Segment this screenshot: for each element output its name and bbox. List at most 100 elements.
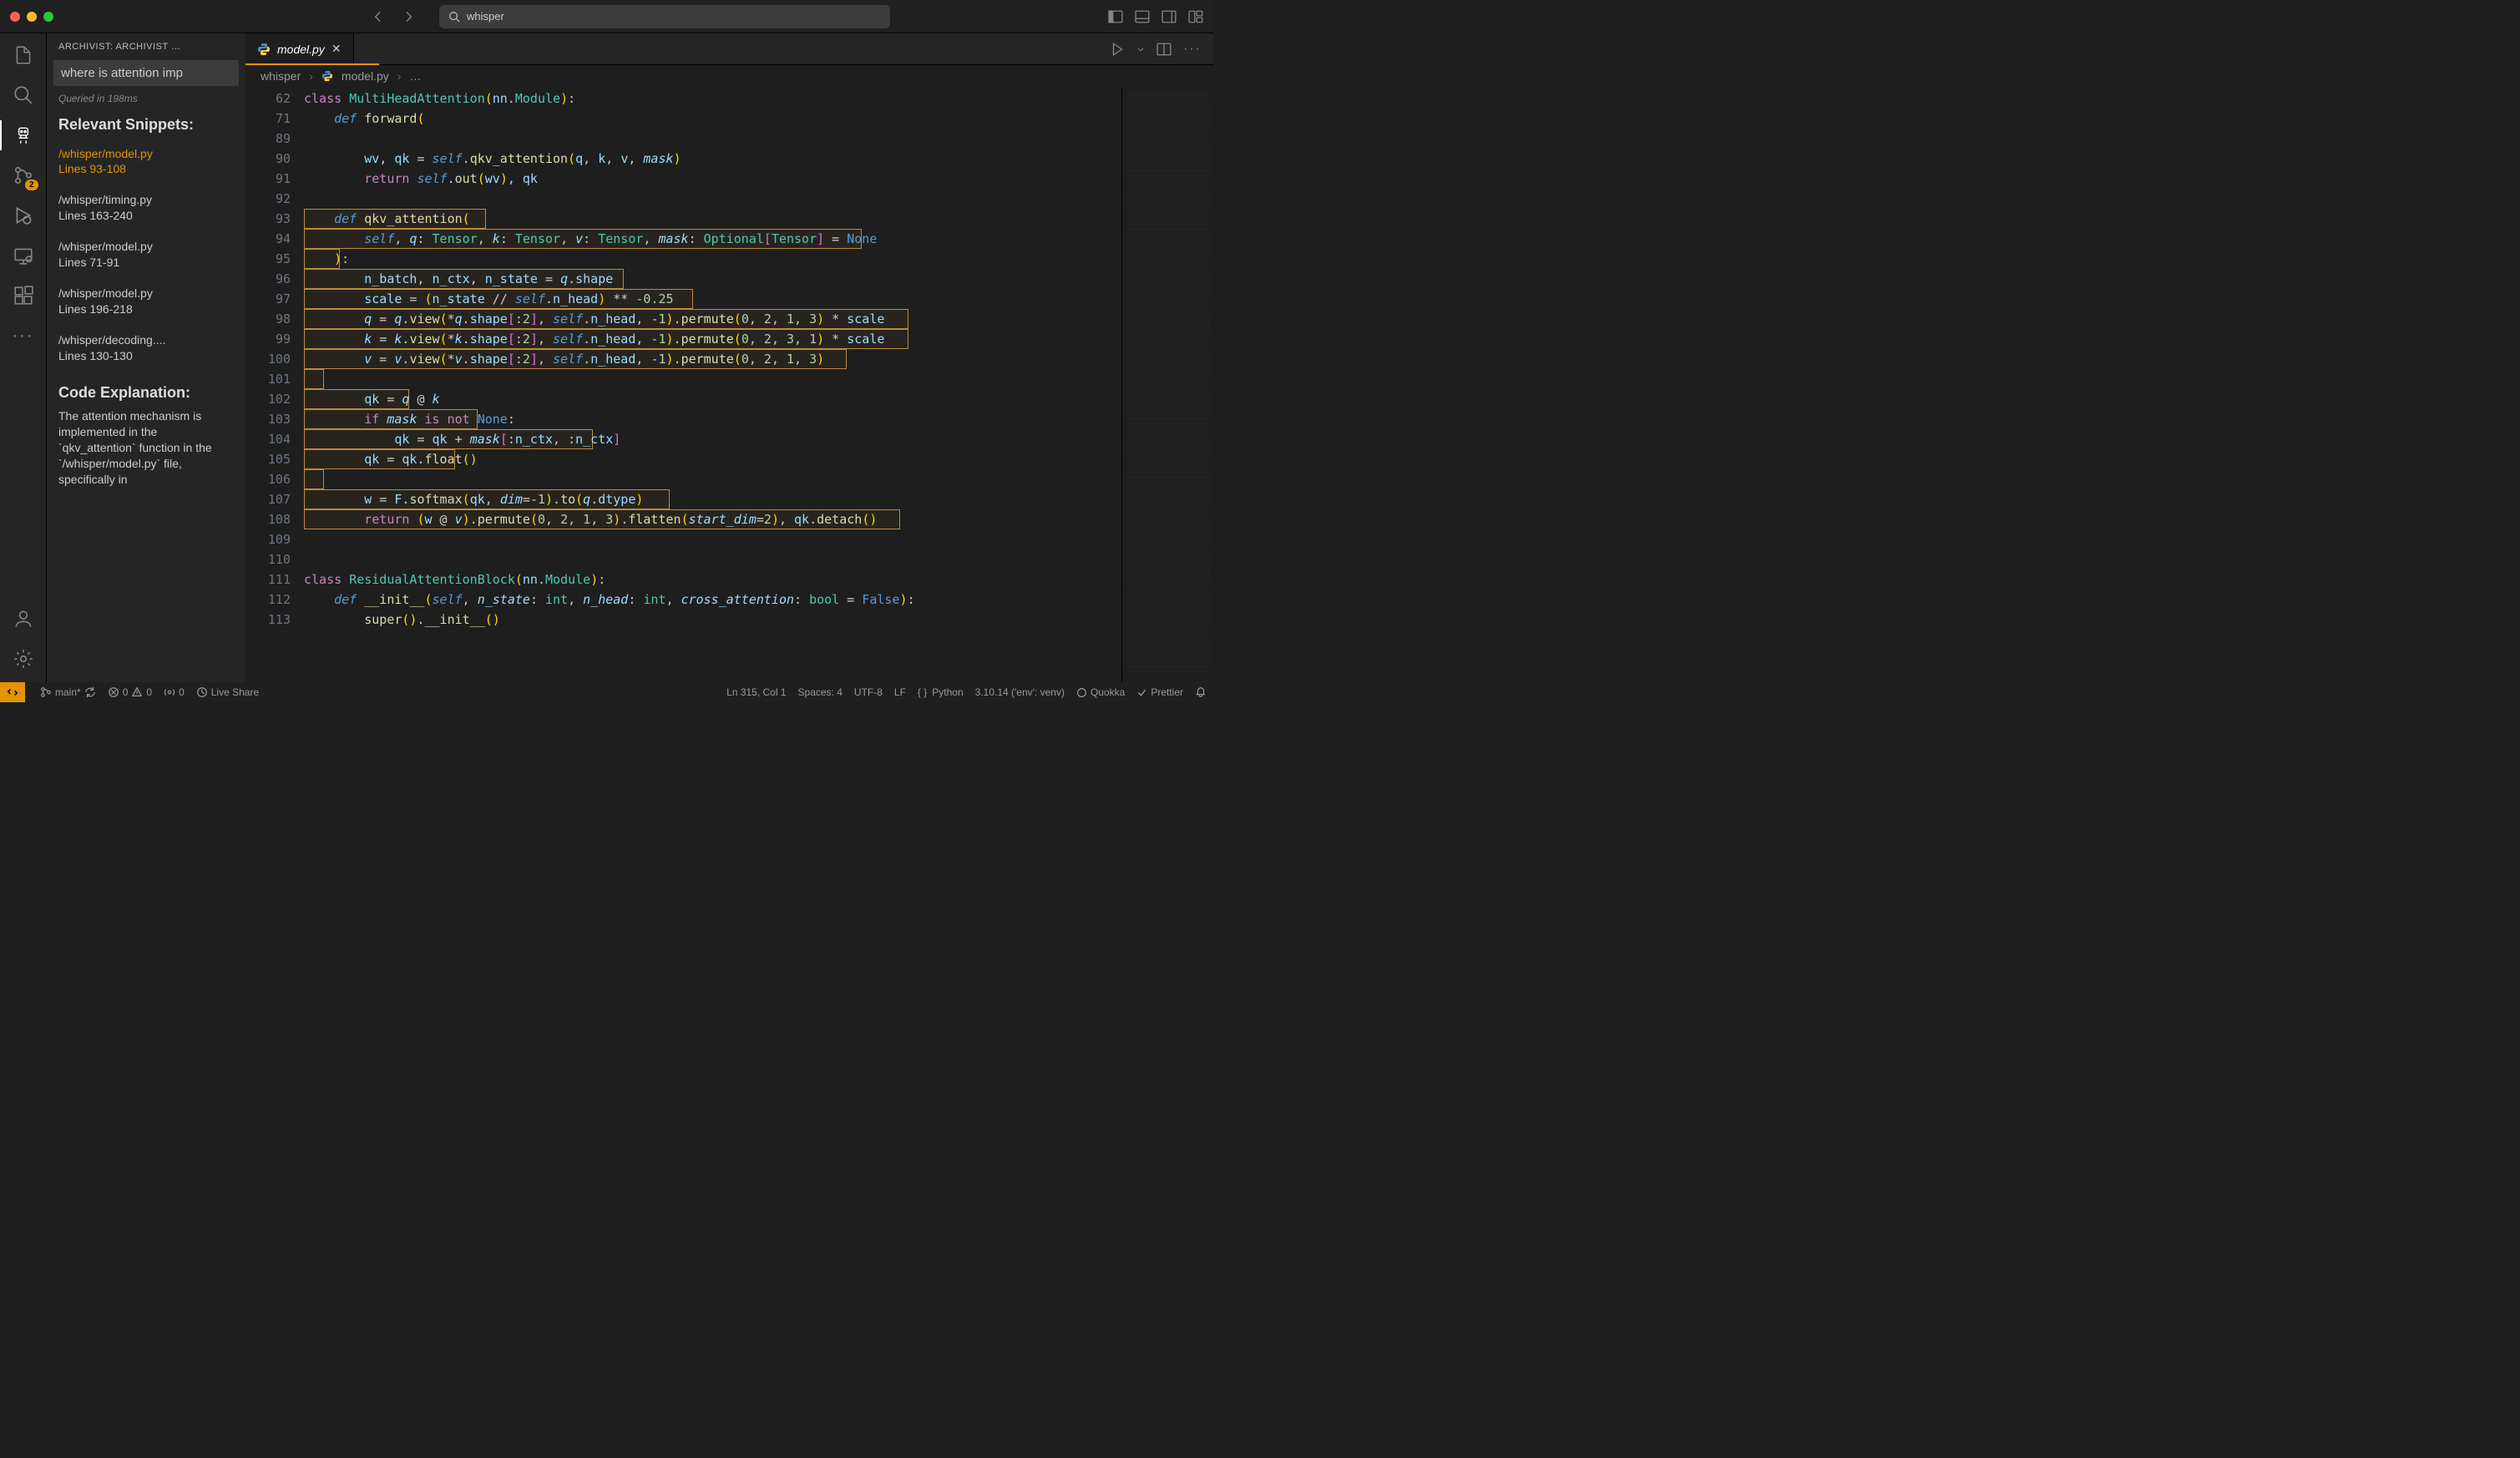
snippet-result[interactable]: /whisper/model.py Lines 196-218 bbox=[47, 282, 245, 321]
snippet-result[interactable]: /whisper/decoding.... Lines 130-130 bbox=[47, 329, 245, 367]
customize-layout-button[interactable] bbox=[1188, 9, 1203, 24]
remote-explorer-view-button[interactable] bbox=[12, 244, 35, 267]
command-center-search[interactable]: whisper bbox=[439, 5, 890, 28]
accounts-button[interactable] bbox=[12, 607, 35, 630]
snippet-lines: Lines 196-218 bbox=[58, 301, 234, 317]
python-interpreter-status[interactable]: 3.10.14 ('env': venv) bbox=[975, 686, 1065, 698]
search-view-button[interactable] bbox=[12, 84, 35, 107]
active-tab-indicator bbox=[245, 63, 379, 65]
snippet-path: /whisper/model.py bbox=[58, 146, 234, 162]
archivist-view-button[interactable] bbox=[12, 124, 35, 147]
ports-count: 0 bbox=[179, 686, 185, 698]
snippet-lines: Lines 130-130 bbox=[58, 348, 234, 364]
indentation-status[interactable]: Spaces: 4 bbox=[798, 686, 843, 698]
source-control-view-button[interactable]: 2 bbox=[12, 164, 35, 187]
explain-body: The attention mechanism is implemented i… bbox=[58, 408, 234, 487]
chevron-right-icon: › bbox=[397, 69, 402, 83]
snippet-path: /whisper/model.py bbox=[58, 239, 234, 255]
python-file-icon bbox=[321, 70, 333, 82]
problems-status[interactable]: 0 0 bbox=[108, 686, 152, 698]
run-dropdown-icon[interactable] bbox=[1136, 45, 1145, 53]
snippet-lines: Lines 163-240 bbox=[58, 208, 234, 224]
sidebar-title: ARCHIVIST: ARCHIVIST … bbox=[47, 42, 245, 60]
extensions-view-button[interactable] bbox=[12, 284, 35, 307]
editor-tab[interactable]: model.py ✕ bbox=[245, 33, 354, 64]
language-mode-status[interactable]: { }Python bbox=[918, 686, 964, 698]
settings-button[interactable] bbox=[12, 647, 35, 671]
breadcrumb-segment[interactable]: … bbox=[409, 69, 421, 83]
explorer-view-button[interactable] bbox=[12, 43, 35, 67]
snippet-result[interactable]: /whisper/model.py Lines 93-108 bbox=[47, 143, 245, 181]
remote-indicator[interactable] bbox=[0, 682, 25, 702]
check-icon bbox=[1136, 687, 1147, 698]
snippet-lines: Lines 71-91 bbox=[58, 255, 234, 271]
warning-icon bbox=[131, 686, 143, 698]
minimap[interactable] bbox=[1121, 87, 1213, 682]
minimize-window-button[interactable] bbox=[27, 12, 37, 22]
more-actions-button[interactable]: ··· bbox=[1183, 42, 1202, 57]
encoding-status[interactable]: UTF-8 bbox=[854, 686, 883, 698]
activity-bar: 2 ··· bbox=[0, 33, 47, 682]
query-status: Queried in 198ms bbox=[47, 93, 245, 104]
status-bar: main* 0 0 0 Live Share Ln 315, Col 1 Spa… bbox=[0, 682, 1213, 702]
error-count: 0 bbox=[123, 686, 129, 698]
breadcrumb[interactable]: whisper › model.py › … bbox=[245, 65, 1213, 87]
live-share-label: Live Share bbox=[211, 686, 259, 698]
eol-status[interactable]: LF bbox=[894, 686, 906, 698]
quokka-status[interactable]: Quokka bbox=[1076, 686, 1125, 698]
explain-heading: Code Explanation: bbox=[58, 384, 234, 402]
chevron-right-icon: › bbox=[309, 69, 313, 83]
snippet-result[interactable]: /whisper/model.py Lines 71-91 bbox=[47, 235, 245, 274]
ports-status[interactable]: 0 bbox=[164, 686, 185, 698]
titlebar: whisper bbox=[0, 0, 1213, 33]
nav-forward-button[interactable] bbox=[401, 9, 416, 24]
breadcrumb-segment[interactable]: model.py bbox=[342, 69, 389, 83]
scm-badge: 2 bbox=[25, 180, 38, 190]
python-file-icon bbox=[257, 43, 271, 56]
live-share-icon bbox=[196, 686, 208, 698]
error-icon bbox=[108, 686, 119, 698]
maximize-window-button[interactable] bbox=[43, 12, 53, 22]
search-text: whisper bbox=[467, 10, 504, 23]
cursor-position-status[interactable]: Ln 315, Col 1 bbox=[726, 686, 786, 698]
nav-back-button[interactable] bbox=[371, 9, 386, 24]
code-explanation: Code Explanation: The attention mechanis… bbox=[47, 376, 245, 488]
main-layout: 2 ··· ARCHIVIST: ARCHIVIST … Queried in … bbox=[0, 33, 1213, 682]
snippet-lines: Lines 93-108 bbox=[58, 161, 234, 177]
search-icon bbox=[448, 11, 460, 23]
more-views-button[interactable]: ··· bbox=[12, 324, 35, 347]
live-share-status[interactable]: Live Share bbox=[196, 686, 259, 698]
tab-label: model.py bbox=[277, 43, 325, 56]
snippets-heading: Relevant Snippets: bbox=[47, 116, 245, 134]
warning-count: 0 bbox=[146, 686, 152, 698]
breadcrumb-segment[interactable]: whisper bbox=[261, 69, 301, 83]
sync-icon bbox=[84, 686, 96, 698]
toggle-secondary-sidebar-button[interactable] bbox=[1161, 9, 1177, 24]
code-editor[interactable]: 6271899091929394959697989910010110210310… bbox=[245, 87, 1213, 682]
close-window-button[interactable] bbox=[10, 12, 20, 22]
snippet-path: /whisper/decoding.... bbox=[58, 332, 234, 348]
archivist-query-input[interactable] bbox=[53, 60, 239, 86]
git-branch-status[interactable]: main* bbox=[40, 686, 96, 698]
branch-name: main* bbox=[55, 686, 81, 698]
sidebar-panel: ARCHIVIST: ARCHIVIST … Queried in 198ms … bbox=[47, 33, 245, 682]
editor-tabbar: model.py ✕ ··· bbox=[245, 33, 1213, 65]
close-tab-button[interactable]: ✕ bbox=[331, 42, 342, 56]
bell-icon bbox=[1195, 686, 1207, 698]
window-controls bbox=[10, 12, 53, 22]
code-content[interactable]: class MultiHeadAttention(nn.Module): def… bbox=[304, 87, 1121, 682]
snippet-path: /whisper/timing.py bbox=[58, 192, 234, 208]
split-editor-button[interactable] bbox=[1156, 42, 1171, 57]
editor-area: model.py ✕ ··· whisper › model.py › … 62… bbox=[245, 33, 1213, 682]
run-debug-view-button[interactable] bbox=[12, 204, 35, 227]
toggle-primary-sidebar-button[interactable] bbox=[1108, 9, 1123, 24]
run-button[interactable] bbox=[1110, 42, 1125, 57]
toggle-panel-button[interactable] bbox=[1135, 9, 1150, 24]
snippet-result[interactable]: /whisper/timing.py Lines 163-240 bbox=[47, 189, 245, 227]
prettier-status[interactable]: Prettier bbox=[1136, 686, 1183, 698]
snippet-path: /whisper/model.py bbox=[58, 286, 234, 301]
nav-arrows bbox=[371, 9, 416, 24]
broadcast-icon bbox=[164, 686, 175, 698]
notifications-button[interactable] bbox=[1195, 686, 1207, 698]
titlebar-layout-controls bbox=[1108, 9, 1203, 24]
